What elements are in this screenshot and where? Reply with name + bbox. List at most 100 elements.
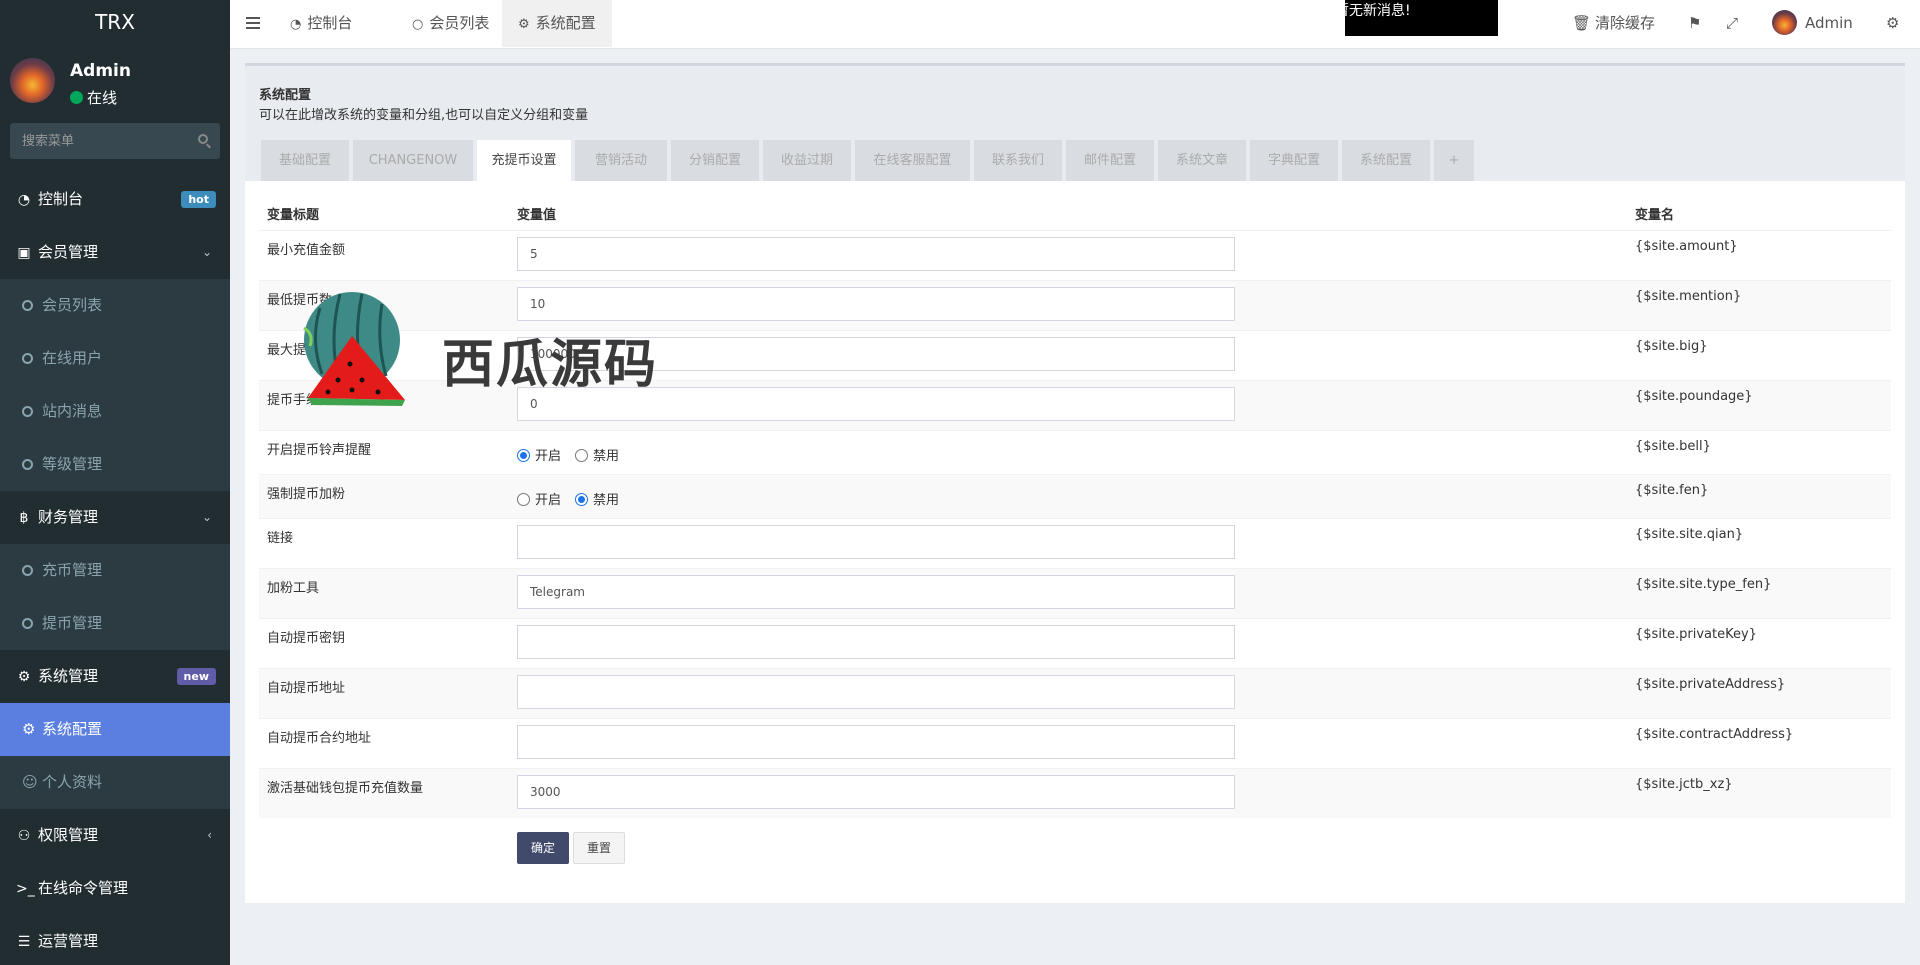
circle-icon bbox=[22, 565, 33, 576]
sidebar-item-9[interactable]: ⚙ 系统管理 new bbox=[0, 650, 230, 703]
online-dot-icon bbox=[70, 91, 83, 104]
radio-group: 开启 禁用 bbox=[517, 489, 633, 508]
variable-name: {$site.bell} bbox=[1635, 439, 1711, 454]
col-header-value: 变量值 bbox=[517, 208, 557, 223]
value-input[interactable]: 100000 bbox=[517, 337, 1235, 371]
config-tab-7[interactable]: 联系我们 bbox=[974, 140, 1062, 181]
table-row: 自动提币合约地址 {$site.contractAddress} bbox=[259, 718, 1891, 768]
chevron-down-icon: ⌄ bbox=[201, 510, 212, 524]
sidebar-item-0[interactable]: ◔ 控制台 hot bbox=[0, 173, 230, 226]
config-tab-2[interactable]: 充提币设置 bbox=[477, 140, 571, 181]
sidebar-item-6[interactable]: ฿ 财务管理 ⌄ bbox=[0, 491, 230, 544]
config-tab-8[interactable]: 邮件配置 bbox=[1066, 140, 1154, 181]
sidebar-menu: ◔ 控制台 hot ▣ 会员管理 ⌄ 会员列表在线用户站内消息等级管理 ฿ 财务管理 ⌄ 充币管理提… bbox=[0, 173, 230, 965]
sidebar-item-11[interactable]: ☺ 个人资料 bbox=[0, 756, 230, 809]
sidebar-item-label: 运营管理 bbox=[38, 932, 99, 950]
radio-option[interactable]: 禁用 bbox=[575, 493, 619, 508]
value-input[interactable]: Telegram bbox=[517, 575, 1235, 609]
radio-button[interactable] bbox=[575, 493, 589, 506]
config-tab-0[interactable]: 基础配置 bbox=[261, 140, 349, 181]
person-icon: ☺ bbox=[22, 773, 38, 791]
language-icon[interactable]: ⚑ bbox=[1688, 0, 1701, 47]
admin-menu[interactable]: Admin bbox=[1772, 0, 1853, 47]
chevron-down-icon: ⌄ bbox=[201, 245, 212, 259]
tab-member-list[interactable]: ○ 会员列表 bbox=[396, 0, 505, 47]
radio-button[interactable] bbox=[517, 493, 530, 506]
value-input[interactable]: 5 bbox=[517, 237, 1235, 271]
sidebar-item-3[interactable]: 在线用户 bbox=[0, 332, 230, 385]
sidebar-item-14[interactable]: ☰ 运营管理 bbox=[0, 915, 230, 965]
menu-search-input[interactable] bbox=[10, 123, 220, 159]
radio-button[interactable] bbox=[575, 449, 589, 462]
config-tab-10[interactable]: 字典配置 bbox=[1250, 140, 1338, 181]
config-tab-9[interactable]: 系统文章 bbox=[1158, 140, 1246, 181]
value-input[interactable]: 0 bbox=[517, 387, 1235, 421]
notice-text: 暂无新消息! bbox=[1345, 3, 1411, 19]
config-tab-5[interactable]: 收益过期 bbox=[763, 140, 851, 181]
table-row: 自动提币地址 {$site.privateAddress} bbox=[259, 668, 1891, 718]
table-row: 最低提币数 10 {$site.mention} bbox=[259, 280, 1891, 330]
value-input[interactable] bbox=[517, 725, 1235, 759]
sidebar-item-label: 会员列表 bbox=[42, 296, 103, 314]
value-input[interactable]: 3000 bbox=[517, 775, 1235, 809]
tab-member-list-label: 会员列表 bbox=[429, 14, 490, 32]
row-title: 最大提币数 bbox=[267, 343, 333, 358]
sidebar: TRX Admin 在线 ◔ 控制台 hot ▣ 会员管理 ⌄ 会员列表在线用户站内消息等级… bbox=[0, 0, 230, 965]
config-tab-3[interactable]: 营销活动 bbox=[575, 140, 667, 181]
config-tab-6[interactable]: 在线客服配置 bbox=[855, 140, 970, 181]
value-input[interactable] bbox=[517, 625, 1235, 659]
variable-name: {$site.poundage} bbox=[1635, 389, 1753, 404]
radio-option[interactable]: 开启 bbox=[517, 493, 561, 508]
table-row: 最小充值金额 5 {$site.amount} bbox=[259, 230, 1891, 280]
tab-dashboard-label: 控制台 bbox=[307, 14, 353, 32]
fullscreen-icon[interactable]: ⤢ bbox=[1726, 0, 1738, 47]
member-card-icon: ▣ bbox=[17, 245, 31, 261]
radio-button[interactable] bbox=[517, 449, 530, 462]
tab-dashboard[interactable]: ◔ 控制台 bbox=[274, 0, 368, 47]
radio-group: 开启 禁用 bbox=[517, 445, 633, 464]
add-tab-button[interactable]: + bbox=[1434, 140, 1474, 181]
tab-system-config[interactable]: ⚙ 系统配置 bbox=[502, 0, 612, 47]
config-tab-1[interactable]: CHANGENOW bbox=[353, 140, 473, 181]
circle-icon bbox=[22, 618, 33, 629]
sidebar-item-label: 控制台 bbox=[38, 190, 84, 208]
radio-option[interactable]: 开启 bbox=[517, 449, 561, 464]
sidebar-item-label: 会员管理 bbox=[38, 243, 99, 261]
value-input[interactable] bbox=[517, 525, 1235, 559]
menu-toggle-icon[interactable] bbox=[246, 17, 260, 29]
submit-button[interactable]: 确定 bbox=[517, 832, 569, 864]
table-row: 链接 {$site.site.qian} bbox=[259, 518, 1891, 568]
sidebar-item-label: 等级管理 bbox=[42, 455, 103, 473]
col-header-name: 变量名 bbox=[1635, 208, 1675, 223]
search-icon[interactable] bbox=[198, 134, 208, 144]
gear-icon: ⚙ bbox=[518, 17, 530, 32]
sidebar-item-13[interactable]: >_ 在线命令管理 bbox=[0, 862, 230, 915]
sidebar-item-10[interactable]: ⚙ 系统配置 bbox=[0, 703, 230, 756]
value-input[interactable]: 10 bbox=[517, 287, 1235, 321]
value-input[interactable] bbox=[517, 675, 1235, 709]
app-logo[interactable]: TRX bbox=[0, 0, 230, 45]
sidebar-item-4[interactable]: 站内消息 bbox=[0, 385, 230, 438]
config-tab-11[interactable]: 系统配置 bbox=[1342, 140, 1430, 181]
row-title: 自动提币密钥 bbox=[267, 631, 346, 646]
sidebar-item-7[interactable]: 充币管理 bbox=[0, 544, 230, 597]
reset-button[interactable]: 重置 bbox=[573, 832, 625, 864]
settings-gear-icon[interactable]: ⚙ bbox=[1886, 0, 1899, 47]
sidebar-item-2[interactable]: 会员列表 bbox=[0, 279, 230, 332]
sidebar-item-12[interactable]: ⚇ 权限管理 ‹ bbox=[0, 809, 230, 862]
config-tab-4[interactable]: 分销配置 bbox=[671, 140, 759, 181]
menu-badge: new bbox=[176, 668, 216, 685]
table-row: 自动提币密钥 {$site.privateKey} bbox=[259, 618, 1891, 668]
sidebar-item-label: 站内消息 bbox=[42, 402, 103, 420]
gears-icon: ⚙ bbox=[17, 669, 31, 685]
sidebar-item-8[interactable]: 提币管理 bbox=[0, 597, 230, 650]
variable-name: {$site.big} bbox=[1635, 339, 1708, 354]
radio-option[interactable]: 禁用 bbox=[575, 449, 619, 464]
notice-marquee: 暂无新消息! bbox=[1345, 0, 1498, 36]
sidebar-item-label: 系统配置 bbox=[42, 720, 103, 738]
sidebar-item-1[interactable]: ▣ 会员管理 ⌄ bbox=[0, 226, 230, 279]
clear-cache-button[interactable]: 🗑 清除缓存 bbox=[1572, 0, 1655, 47]
row-title: 加粉工具 bbox=[267, 581, 320, 596]
row-title: 激活基础钱包提币充值数量 bbox=[267, 781, 424, 796]
sidebar-item-5[interactable]: 等级管理 bbox=[0, 438, 230, 491]
